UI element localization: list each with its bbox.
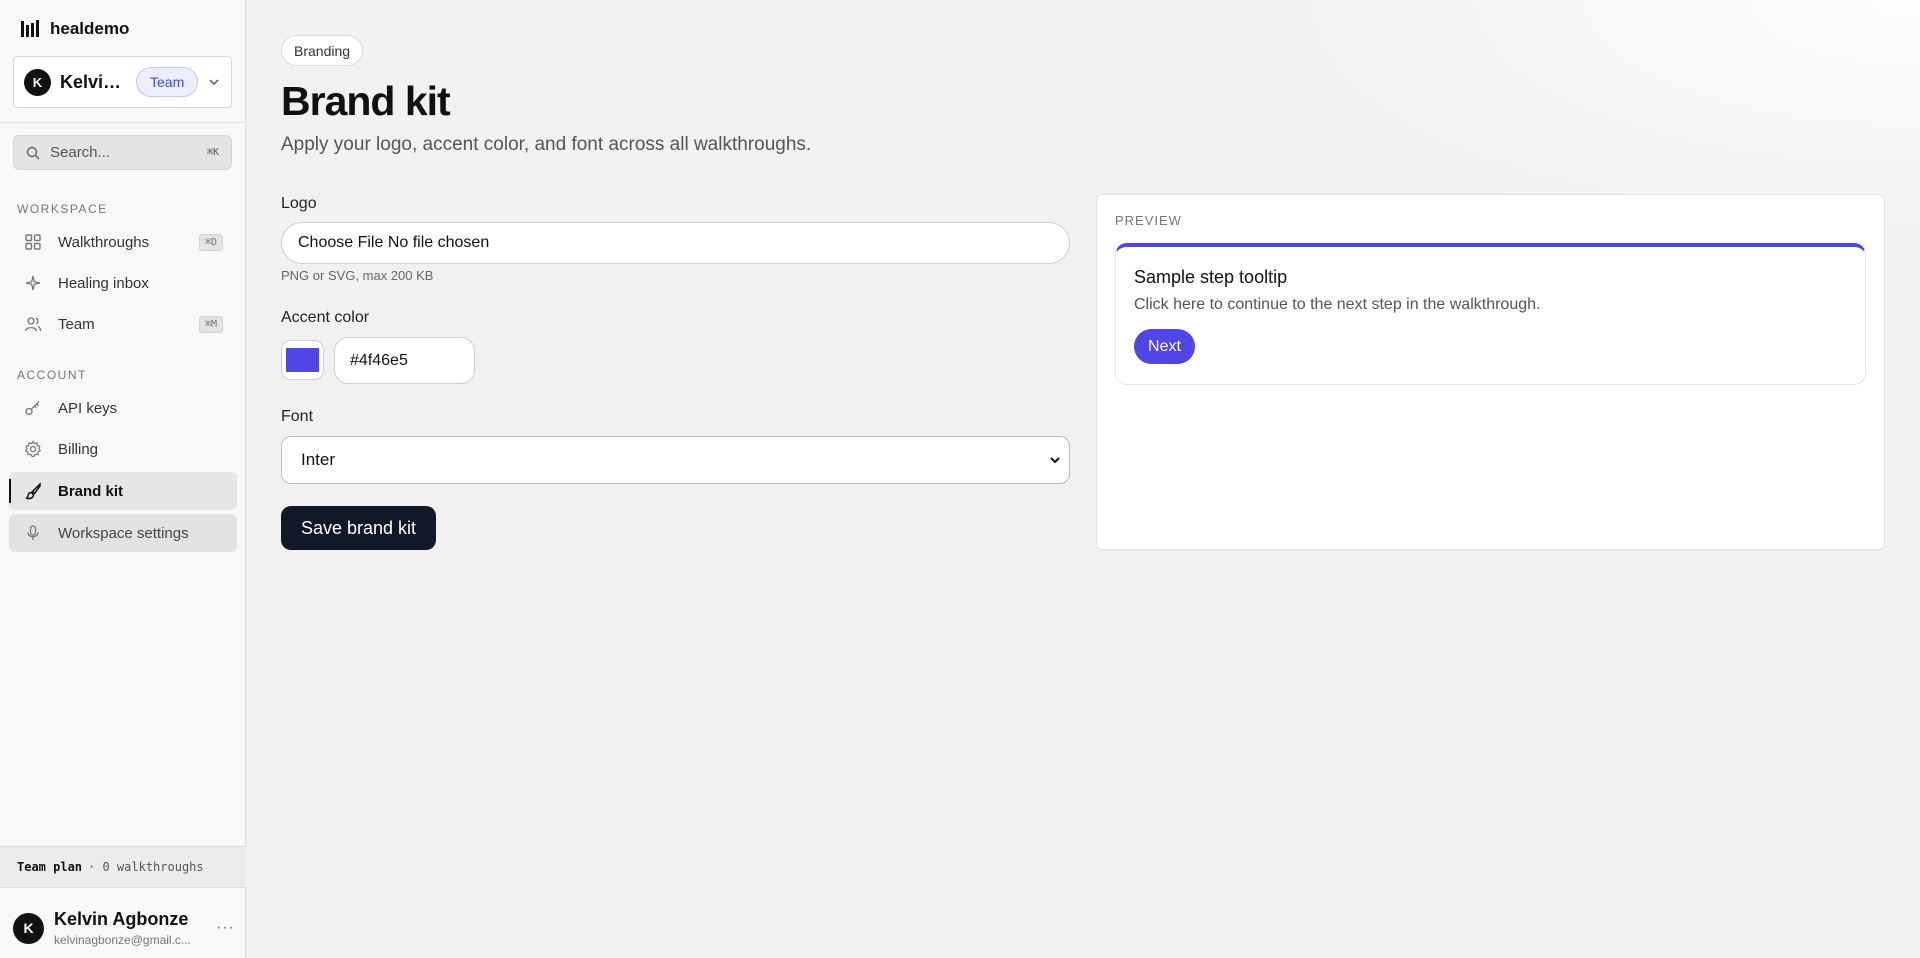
sidebar-item-label: Workspace settings [58,524,189,542]
mic-icon [27,525,39,540]
chevron-down-icon [1050,457,1060,464]
sidebar: healdemo K Kelvin... Team Search... ⌘K W… [0,0,246,958]
sidebar-item-label: Brand kit [58,482,124,500]
page-subtitle: Apply your logo, accent color, and font … [281,134,812,155]
search-shortcut: ⌘K [206,147,219,158]
grid-icon [25,234,41,250]
plan-summary: Team plan · 0 walkthroughs [0,846,246,888]
sidebar-item-label: Walkthroughs [58,233,150,251]
sidebar-item-workspace-settings[interactable]: Workspace settings [9,514,237,552]
brand[interactable]: healdemo [20,19,129,39]
search-placeholder: Search... [50,144,111,161]
next-button[interactable]: Next [1134,329,1195,364]
gear-icon [24,440,42,457]
sidebar-item-billing[interactable]: Billing [9,430,237,468]
app-name: healdemo [50,19,130,38]
user-name: Kelvin Agbonze [54,909,189,929]
logo-label: Logo [281,195,317,212]
plan-name: Team plan [17,860,83,874]
font-select[interactable]: Inter [281,436,1070,484]
sidebar-item-label: Billing [58,440,99,458]
main-content: Branding Brand kit Apply your logo, acce… [247,0,1920,958]
chevron-down-icon [209,79,219,86]
key-icon [25,401,40,416]
preview-label: PREVIEW [1115,213,1182,228]
plan-detail: · 0 walkthroughs [88,860,204,874]
sidebar-item-walkthroughs[interactable]: Walkthroughs ⌘D [9,223,237,261]
sidebar-item-healing-inbox[interactable]: Healing inbox [9,264,237,302]
sample-tooltip: Sample step tooltip Click here to contin… [1115,243,1866,385]
sidebar-item-brand-kit[interactable]: Brand kit [9,472,237,510]
logo-hint: PNG or SVG, max 200 KB [281,268,434,283]
shortcut-badge: ⌘D [198,233,223,251]
tooltip-title: Sample step tooltip [1134,267,1288,287]
accent-color-picker[interactable] [281,340,324,380]
section-label-account: ACCOUNT [17,368,87,382]
sparkle-icon [25,275,41,291]
section-label-workspace: WORKSPACE [17,202,108,216]
page-title: Brand kit [281,78,451,124]
font-label: Font [281,408,314,425]
switcher-user-name: Kelvin... [60,71,126,92]
sidebar-item-api-keys[interactable]: API keys [9,389,237,427]
accent-color-label: Accent color [281,309,370,326]
accent-hex-input[interactable]: #4f46e5 [334,337,475,384]
user-menu[interactable]: K Kelvin Agbonze kelvinagbonze@gmail.c..… [13,906,235,950]
users-icon [24,317,42,332]
user-email: kelvinagbonze@gmail.c... [54,933,191,947]
sidebar-item-team[interactable]: Team ⌘M [9,305,237,343]
logo-file-input[interactable]: Choose File No file chosen [281,222,1070,264]
avatar: K [24,68,51,96]
sidebar-item-label: API keys [58,399,118,417]
avatar: K [13,912,44,944]
accent-color-swatch [286,348,319,372]
breadcrumb: Branding [281,35,364,66]
search-icon [26,146,40,159]
preview-panel: PREVIEW Sample step tooltip Click here t… [1096,194,1885,550]
plan-badge: Team [136,67,199,97]
sidebar-item-label: Team [58,315,95,333]
paintbrush-icon [25,482,41,500]
tooltip-body: Click here to continue to the next step … [1134,296,1541,313]
workspace-switcher[interactable]: K Kelvin... Team [13,56,232,108]
save-brand-kit-button[interactable]: Save brand kit [281,506,436,550]
sidebar-item-label: Healing inbox [58,274,149,292]
logo-icon [21,20,39,37]
font-selected-value: Inter [301,450,336,469]
shortcut-badge: ⌘M [198,315,223,333]
search-input[interactable]: Search... ⌘K [13,135,232,170]
divider [0,122,246,123]
user-info: Kelvin Agbonze kelvinagbonze@gmail.c... [54,909,204,947]
more-icon[interactable]: ··· [216,919,235,937]
